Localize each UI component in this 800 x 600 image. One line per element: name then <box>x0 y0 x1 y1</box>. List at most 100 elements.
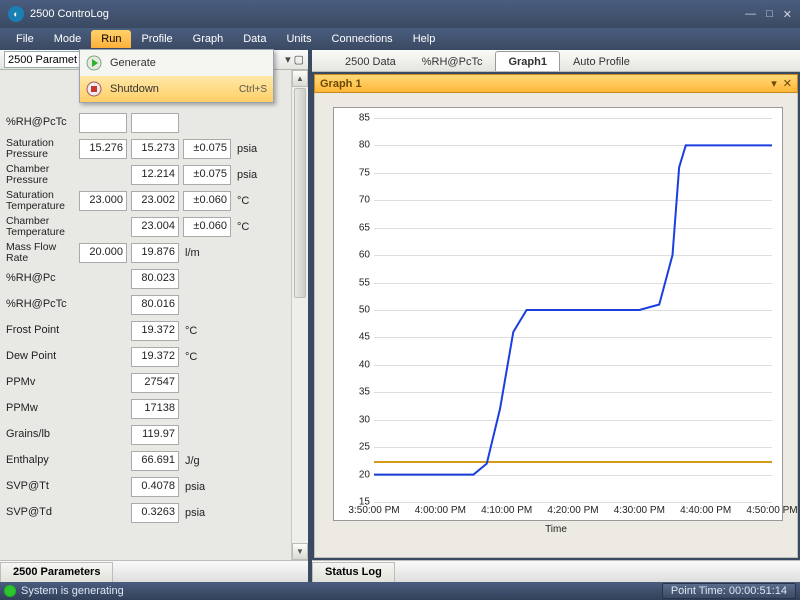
param-tolerance: ±0.060 <box>183 217 231 237</box>
param-value: 80.016 <box>131 295 179 315</box>
param-unit: psia <box>183 507 213 519</box>
menu-connections[interactable]: Connections <box>322 30 403 48</box>
param-label: Frost Point <box>4 325 79 337</box>
param-unit: °C <box>183 351 213 363</box>
param-label: PPMw <box>4 403 79 415</box>
param-value: 17138 <box>131 399 179 419</box>
param-unit: psia <box>235 143 265 155</box>
run-shutdown[interactable]: Shutdown Ctrl+S <box>80 76 273 102</box>
param-unit: °C <box>235 195 265 207</box>
run-dropdown: Generate Shutdown Ctrl+S <box>79 49 274 103</box>
run-generate[interactable]: Generate <box>80 50 273 76</box>
scroll-thumb[interactable] <box>294 88 306 298</box>
param-tolerance: ±0.075 <box>183 165 231 185</box>
param-label: Grains/lb <box>4 429 79 441</box>
scrollbar[interactable]: ▲ ▼ <box>291 70 308 560</box>
pin-icon[interactable]: ▢ <box>294 53 304 66</box>
minimize-button[interactable]: — <box>745 8 756 21</box>
param-row: SVP@Tt 0.4078 psia <box>4 474 308 500</box>
param-setpoint[interactable]: 15.276 <box>79 139 127 159</box>
param-row: PPMv 27547 <box>4 370 308 396</box>
menu-profile[interactable]: Profile <box>131 30 182 48</box>
tab-rh-pctc[interactable]: %RH@PcTc <box>409 51 496 71</box>
param-row: Saturation Temperature23.00023.002±0.060… <box>4 188 308 214</box>
tab-graph1[interactable]: Graph1 <box>495 51 560 71</box>
param-tolerance: ±0.060 <box>183 191 231 211</box>
graph-area: 1520253035404550556065707580853:50:00 PM… <box>314 93 798 558</box>
param-label: Dew Point <box>4 351 79 363</box>
menu-data[interactable]: Data <box>233 30 276 48</box>
tab-auto-profile[interactable]: Auto Profile <box>560 51 643 71</box>
run-shutdown-shortcut: Ctrl+S <box>239 84 267 95</box>
param-setpoint[interactable] <box>79 113 127 133</box>
param-label: SVP@Td <box>4 507 79 519</box>
graph-title: Graph 1 <box>320 78 771 90</box>
param-label: %RH@PcTc <box>4 117 79 129</box>
param-label: SVP@Tt <box>4 481 79 493</box>
graph-options-icon[interactable]: ▾ <box>771 77 777 90</box>
param-value: 27547 <box>131 373 179 393</box>
scroll-down-icon[interactable]: ▼ <box>292 543 308 560</box>
titlebar: ◐ 2500 ControLog — □ ✕ <box>0 0 800 28</box>
param-tolerance: ±0.075 <box>183 139 231 159</box>
menu-help[interactable]: Help <box>403 30 446 48</box>
param-unit: °C <box>235 221 265 233</box>
param-value: 119.97 <box>131 425 179 445</box>
tab-status-log[interactable]: Status Log <box>312 562 395 582</box>
stop-icon <box>84 79 104 99</box>
close-button[interactable]: ✕ <box>783 8 792 21</box>
param-row: %RH@PcTc <box>4 110 308 136</box>
param-value: 15.273 <box>131 139 179 159</box>
status-point-time: Point Time: 00:00:51:14 <box>662 583 796 599</box>
param-value: 66.691 <box>131 451 179 471</box>
play-icon <box>84 53 104 73</box>
param-unit: psia <box>183 481 213 493</box>
parameters-pane: 2500 Paramet ▾ ▢ ▲ ▼ %RH@PcTc Saturation … <box>0 50 312 582</box>
param-unit: psia <box>235 169 265 181</box>
param-row: Mass Flow Rate20.00019.876l/m <box>4 240 308 266</box>
scroll-up-icon[interactable]: ▲ <box>292 70 308 87</box>
parameters-body: ▲ ▼ %RH@PcTc Saturation Pressure15.27615.… <box>0 70 308 560</box>
menu-run[interactable]: Run <box>91 30 131 48</box>
dropdown-chevron-icon[interactable]: ▾ <box>285 53 291 66</box>
param-setpoint[interactable]: 23.000 <box>79 191 127 211</box>
status-indicator-icon <box>4 585 16 597</box>
param-label: PPMv <box>4 377 79 389</box>
param-row: Grains/lb 119.97 <box>4 422 308 448</box>
param-setpoint[interactable]: 20.000 <box>79 243 127 263</box>
param-value <box>131 113 179 133</box>
right-pane: 2500 Data %RH@PcTc Graph1 Auto Profile G… <box>312 50 800 582</box>
param-row: Chamber Temperature23.004±0.060°C <box>4 214 308 240</box>
graph-close-icon[interactable]: ✕ <box>783 77 792 90</box>
param-label: Chamber Temperature <box>4 216 79 238</box>
param-value: 0.3263 <box>131 503 179 523</box>
param-value: 23.002 <box>131 191 179 211</box>
menu-units[interactable]: Units <box>276 30 321 48</box>
menu-graph[interactable]: Graph <box>183 30 234 48</box>
workarea: 2500 Paramet ▾ ▢ ▲ ▼ %RH@PcTc Saturation … <box>0 50 800 582</box>
run-shutdown-label: Shutdown <box>110 83 239 95</box>
param-label: Enthalpy <box>4 455 79 467</box>
param-row: %RH@PcTc 80.016 <box>4 292 308 318</box>
param-label: %RH@Pc <box>4 273 79 285</box>
param-row: Dew Point19.372°C <box>4 344 308 370</box>
parameters-selector-value: 2500 Paramet <box>8 54 77 66</box>
param-label: %RH@PcTc <box>4 299 79 311</box>
right-bottom-tabstrip: Status Log <box>312 560 800 582</box>
window-controls: — □ ✕ <box>745 8 792 21</box>
param-row: SVP@Td 0.3263 psia <box>4 500 308 526</box>
left-bottom-tabstrip: 2500 Parameters <box>0 560 308 582</box>
menu-mode[interactable]: Mode <box>44 30 92 48</box>
param-row: Saturation Pressure15.27615.273±0.075psi… <box>4 136 308 162</box>
tab-2500-parameters[interactable]: 2500 Parameters <box>0 562 113 582</box>
maximize-button[interactable]: □ <box>766 8 773 21</box>
param-row: Frost Point19.372°C <box>4 318 308 344</box>
param-label: Saturation Temperature <box>4 190 79 212</box>
tab-2500-data[interactable]: 2500 Data <box>332 51 409 71</box>
param-value: 0.4078 <box>131 477 179 497</box>
series-line <box>374 145 772 474</box>
param-unit: °C <box>183 325 213 337</box>
menu-file[interactable]: File <box>6 30 44 48</box>
param-unit: J/g <box>183 455 213 467</box>
param-row: %RH@Pc80.023 <box>4 266 308 292</box>
